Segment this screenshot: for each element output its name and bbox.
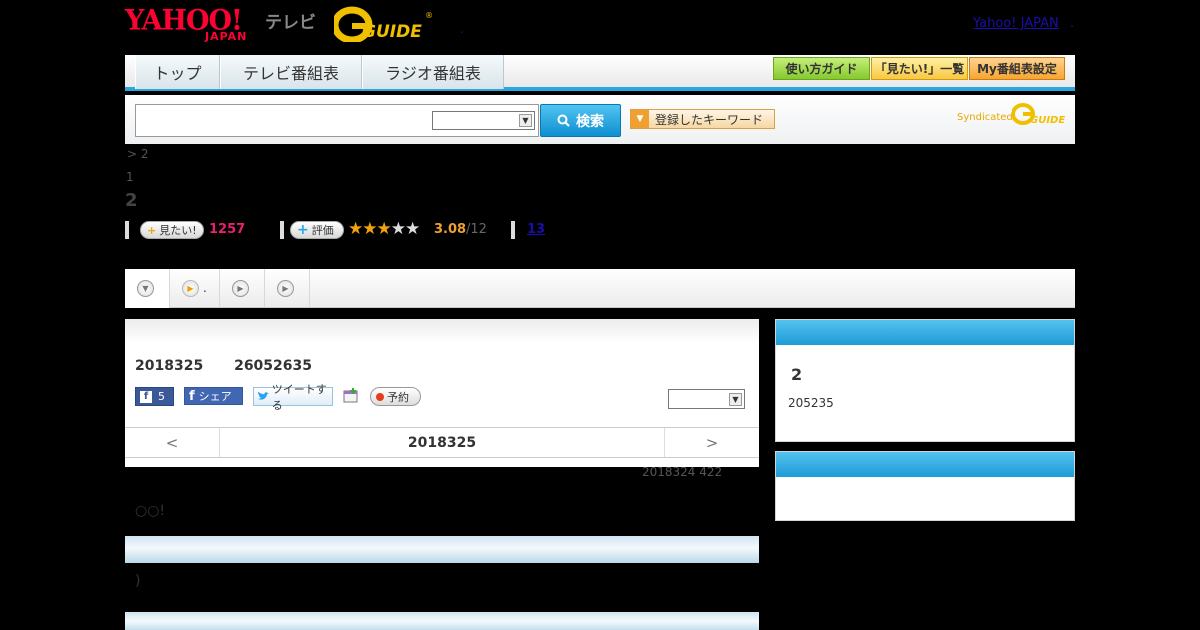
review-count-link[interactable]: 13 bbox=[527, 222, 545, 237]
registered-keyword-button[interactable]: ▼ 登録したキーワード bbox=[630, 109, 775, 129]
right-panel-sub: 205235 bbox=[788, 396, 834, 410]
yahoo-japan-logo[interactable]: YAHOO! JAPAN bbox=[125, 5, 263, 43]
mitai-count: 1257 bbox=[209, 222, 246, 237]
nav-tab-top[interactable]: トップ bbox=[135, 55, 220, 89]
facebook-icon: f bbox=[140, 390, 152, 403]
program-datetime: 2018325 26052635 bbox=[135, 358, 312, 374]
rating-value: 3.08 bbox=[434, 222, 467, 237]
rate-button[interactable]: + 評価 bbox=[290, 221, 344, 239]
svg-text:GUIDE: GUIDE bbox=[1030, 115, 1065, 126]
right-panel-info: 2 205235 bbox=[775, 319, 1075, 442]
search-button[interactable]: 検索 bbox=[540, 104, 621, 137]
calendar-add-icon[interactable] bbox=[343, 388, 359, 404]
facebook-icon: f bbox=[189, 388, 195, 404]
nav-tab-tv-schedule[interactable]: テレビ番組表 bbox=[220, 55, 362, 89]
header-dot: . bbox=[460, 22, 464, 36]
play-circle-icon: ▶ bbox=[232, 279, 249, 297]
right-panel-header bbox=[776, 320, 1074, 345]
tab-3[interactable]: ▶ bbox=[220, 269, 265, 307]
my-schedule-settings-button[interactable]: My番組表設定 bbox=[969, 57, 1065, 80]
tab-4[interactable]: ▶ bbox=[265, 269, 310, 307]
plus-icon: + bbox=[297, 222, 309, 238]
right-panel-header bbox=[776, 452, 1074, 477]
reserve-label: 予約 bbox=[387, 390, 409, 404]
section-body-text: ) bbox=[135, 573, 141, 589]
rate-label: 評価 bbox=[311, 224, 334, 237]
syndicated-text: Syndicated bbox=[957, 112, 1013, 123]
plus-icon: + bbox=[147, 223, 157, 237]
search-category-select[interactable]: ▼ bbox=[432, 111, 535, 130]
rating-stars: ★★★★★ bbox=[348, 219, 420, 239]
yahoo-japan-link-dot: . bbox=[1070, 16, 1075, 31]
program-tab-strip: ▼ ▶ . ▶ ▶ bbox=[125, 269, 1075, 308]
updated-timestamp: 2018324 422 bbox=[642, 465, 723, 479]
divider bbox=[125, 221, 129, 239]
rating-count: /12 bbox=[466, 222, 487, 237]
current-date: 2018325 bbox=[407, 434, 477, 451]
yahoo-logo-sub: JAPAN bbox=[205, 30, 248, 43]
prev-date-button[interactable]: < bbox=[125, 428, 220, 457]
star-empty-icon: ★ bbox=[405, 219, 420, 239]
tweet-button[interactable]: ツイートする bbox=[253, 383, 333, 412]
mitai-label: 見たい! bbox=[159, 224, 197, 237]
play-circle-icon: ▶ bbox=[277, 279, 294, 297]
share-label: シェア bbox=[198, 390, 232, 403]
main-navbar: トップ テレビ番組表 ラジオ番組表 使い方ガイド 「見たい!」一覧 My番組表設… bbox=[125, 55, 1075, 91]
search-icon bbox=[557, 114, 570, 127]
facebook-like-count: 5 bbox=[158, 390, 165, 403]
triangle-down-icon: ▼ bbox=[631, 110, 649, 128]
section-header-band bbox=[125, 612, 759, 630]
tab-1[interactable]: ▼ bbox=[125, 269, 170, 308]
reserve-button[interactable]: 予約 bbox=[370, 387, 421, 406]
nav-tab-radio-schedule[interactable]: ラジオ番組表 bbox=[362, 55, 504, 89]
program-body-text: ○○! bbox=[135, 503, 166, 519]
gguide-small-logo: GUIDE bbox=[1012, 103, 1065, 126]
tab-2[interactable]: ▶ . bbox=[170, 269, 220, 307]
mitai-button[interactable]: + 見たい! bbox=[140, 221, 204, 239]
chevron-down-circle-icon: ▼ bbox=[137, 280, 154, 297]
star-empty-icon: ★ bbox=[390, 219, 406, 239]
divider bbox=[511, 221, 515, 239]
tweet-label: ツイートする bbox=[271, 382, 327, 412]
chevron-down-icon: ▼ bbox=[729, 393, 742, 406]
program-time: 26052635 bbox=[234, 358, 313, 374]
section-header-band bbox=[125, 536, 759, 563]
breadcrumb[interactable]: > 2 bbox=[127, 147, 149, 161]
program-action-select[interactable]: ▼ bbox=[668, 389, 745, 409]
gguide-logo[interactable]: GUIDE ® bbox=[331, 6, 434, 44]
star-filled-icon: ★ bbox=[362, 219, 377, 239]
svg-text:GUIDE: GUIDE bbox=[362, 22, 422, 42]
page-title: 2 bbox=[125, 190, 138, 211]
program-card: 2018325 26052635 f 5 f シェア ツイートする 予約 ▼ <… bbox=[125, 319, 759, 467]
divider bbox=[280, 221, 284, 239]
facebook-like-button[interactable]: f 5 bbox=[135, 387, 174, 406]
tab-2-label: . bbox=[203, 281, 207, 295]
play-circle-icon: ▶ bbox=[182, 279, 199, 297]
search-area: ▼ 検索 ▼ 登録したキーワード Syndicated GUIDE bbox=[125, 95, 1075, 144]
program-subtitle: 1 bbox=[126, 170, 134, 184]
facebook-share-button[interactable]: f シェア bbox=[184, 387, 243, 405]
right-panel-secondary bbox=[775, 451, 1075, 521]
right-panel-number: 2 bbox=[791, 365, 803, 384]
chevron-down-icon: ▼ bbox=[519, 114, 532, 127]
yahoo-japan-link[interactable]: Yahoo! JAPAN bbox=[973, 16, 1059, 31]
date-navigator: < 2018325 > bbox=[125, 427, 759, 458]
record-dot-icon bbox=[376, 392, 384, 401]
star-filled-icon: ★ bbox=[376, 219, 392, 239]
svg-text:®: ® bbox=[425, 11, 433, 20]
registered-keyword-label: 登録したキーワード bbox=[655, 112, 764, 127]
twitter-bird-icon bbox=[257, 391, 269, 400]
gguide-logo-graphic: GUIDE ® bbox=[331, 6, 433, 44]
mitai-list-button[interactable]: 「見たい!」一覧 bbox=[871, 57, 968, 80]
tv-label: テレビ bbox=[265, 13, 316, 33]
guide-button[interactable]: 使い方ガイド bbox=[773, 57, 870, 80]
syndicated-label: Syndicated bbox=[957, 112, 1013, 123]
next-date-button[interactable]: > bbox=[664, 428, 759, 457]
search-button-label: 検索 bbox=[576, 113, 604, 130]
program-date: 2018325 bbox=[135, 358, 204, 374]
star-filled-icon: ★ bbox=[348, 219, 363, 239]
